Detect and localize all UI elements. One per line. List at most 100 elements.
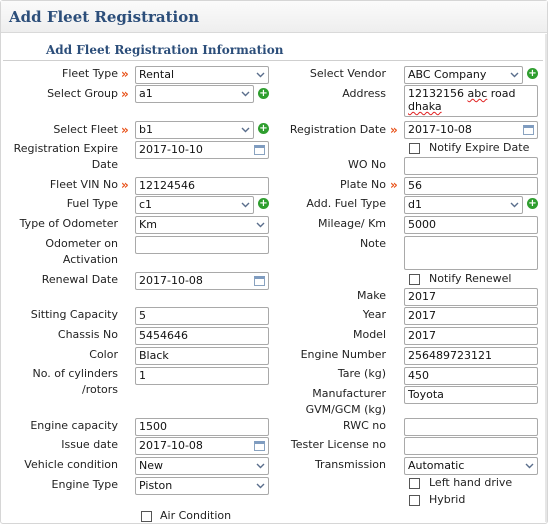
notify-expire-date-label: Notify Expire Date <box>429 141 530 154</box>
no-of-cylinders-label-line2: /rotors <box>81 383 118 396</box>
tare-input[interactable]: 450 <box>404 367 538 385</box>
select-group-select[interactable]: a1 <box>135 85 254 103</box>
no-of-cylinders-label-line1: No. of cylinders <box>32 367 118 380</box>
address-line1-part2: abc <box>467 87 488 100</box>
chevron-down-icon <box>507 67 522 83</box>
left-hand-drive-checkbox[interactable] <box>409 478 420 489</box>
add-fuel-type-label: Add. Fuel Type <box>306 197 386 210</box>
note-textarea[interactable] <box>404 236 538 270</box>
chassis-no-label: Chassis No <box>57 328 118 341</box>
vehicle-condition-select[interactable]: New <box>135 457 269 475</box>
wo-no-label: WO No <box>348 158 386 171</box>
issue-date-value: 2017-10-08 <box>139 439 203 452</box>
fleet-type-label: Fleet Type <box>62 67 118 80</box>
odometer-on-activation-input[interactable] <box>135 236 269 254</box>
model-label: Model <box>352 328 386 341</box>
page-title: Add Fleet Registration <box>9 8 200 26</box>
section-title: Add Fleet Registration Information <box>46 43 284 57</box>
year-input[interactable]: 2017 <box>404 307 538 325</box>
engine-capacity-input[interactable]: 1500 <box>135 418 269 436</box>
add-vendor-icon[interactable]: + <box>527 68 538 79</box>
tare-label: Tare (kg) <box>337 367 386 380</box>
add-additional-fuel-type-icon[interactable]: + <box>527 198 538 209</box>
transmission-value: Automatic <box>408 459 465 472</box>
fleet-type-value: Rental <box>139 68 174 81</box>
sitting-capacity-input[interactable]: 5 <box>135 307 269 325</box>
required-marker: » <box>390 123 398 137</box>
add-fleet-icon[interactable]: + <box>258 123 269 134</box>
manufacturer-gvm-input[interactable]: Toyota <box>404 386 538 404</box>
engine-number-input[interactable]: 256489723121 <box>404 347 538 365</box>
address-label: Address <box>342 87 386 100</box>
odometer-on-activation-label-line1: Odometer on <box>45 237 118 250</box>
vehicle-condition-label: Vehicle condition <box>24 458 118 471</box>
add-group-icon[interactable]: + <box>258 88 269 99</box>
calendar-icon[interactable] <box>254 441 265 451</box>
engine-type-value: Piston <box>139 479 173 492</box>
color-input[interactable]: Black <box>135 347 269 365</box>
add-fuel-type-icon[interactable]: + <box>258 198 269 209</box>
address-line1-part1: 12132156 <box>408 87 468 100</box>
rwc-no-label: RWC no <box>343 419 386 432</box>
select-vendor-label: Select Vendor <box>309 67 386 80</box>
air-condition-checkbox[interactable] <box>141 511 152 522</box>
calendar-icon[interactable] <box>254 276 265 286</box>
select-group-value: a1 <box>139 87 153 100</box>
add-fuel-type-value: d1 <box>408 198 422 211</box>
hybrid-checkbox[interactable] <box>409 495 420 506</box>
registration-expire-date-label-line1: Registration Expire <box>13 142 118 155</box>
transmission-select[interactable]: Automatic <box>404 457 538 475</box>
address-textarea[interactable]: 12132156 abc road dhaka <box>404 85 538 117</box>
registration-date-label: Registration Date <box>289 123 386 136</box>
calendar-icon[interactable] <box>254 145 265 155</box>
registration-expire-date-label-line2: Date <box>91 158 118 171</box>
renewal-date-label: Renewal Date <box>41 273 118 286</box>
fuel-type-value: c1 <box>139 198 153 211</box>
registration-date-value: 2017-10-08 <box>408 123 472 136</box>
select-group-label: Select Group <box>47 87 118 100</box>
calendar-icon[interactable] <box>523 125 534 135</box>
renewal-date-value: 2017-10-08 <box>139 274 203 287</box>
manufacturer-gvm-label-line1: Manufacturer <box>312 387 386 400</box>
type-of-odometer-select[interactable]: Km <box>135 216 269 234</box>
add-fuel-type-select[interactable]: d1 <box>404 196 523 214</box>
notify-expire-date-checkbox[interactable] <box>409 143 420 154</box>
tester-license-no-input[interactable] <box>404 437 538 455</box>
chevron-down-icon <box>253 478 268 494</box>
model-input[interactable]: 2017 <box>404 327 538 345</box>
chevron-down-icon <box>253 67 268 83</box>
plate-no-input[interactable]: 56 <box>404 177 538 195</box>
fleet-type-select[interactable]: Rental <box>135 66 269 84</box>
scrollbar[interactable] <box>545 34 547 522</box>
registration-expire-date-value: 2017-10-10 <box>139 143 203 156</box>
issue-date-input[interactable]: 2017-10-08 <box>135 437 269 455</box>
required-marker: » <box>121 178 129 192</box>
fuel-type-label: Fuel Type <box>66 197 118 210</box>
registration-expire-date-input[interactable]: 2017-10-10 <box>135 141 269 159</box>
fleet-vin-no-input[interactable]: 12124546 <box>135 177 269 195</box>
transmission-label: Transmission <box>314 458 386 471</box>
header-bar: Add Fleet Registration <box>1 1 547 33</box>
registration-date-input[interactable]: 2017-10-08 <box>404 121 538 139</box>
select-fleet-select[interactable]: b1 <box>135 121 254 139</box>
wo-no-input[interactable] <box>404 157 538 175</box>
chassis-no-input[interactable]: 5454646 <box>135 327 269 345</box>
chevron-down-icon <box>253 217 268 233</box>
rwc-no-input[interactable] <box>404 418 538 436</box>
fuel-type-select[interactable]: c1 <box>135 196 254 214</box>
type-of-odometer-value: Km <box>139 218 157 231</box>
select-vendor-select[interactable]: ABC Company <box>404 66 523 84</box>
notify-renewel-checkbox[interactable] <box>409 274 420 285</box>
notify-renewel-label: Notify Renewel <box>429 272 512 285</box>
make-input[interactable]: 2017 <box>404 288 538 306</box>
address-line2: dhaka <box>408 100 442 113</box>
select-fleet-value: b1 <box>139 123 153 136</box>
no-of-cylinders-input[interactable]: 1 <box>135 367 269 385</box>
required-marker: » <box>121 123 129 137</box>
mileage-input[interactable]: 5000 <box>404 216 538 234</box>
color-label: Color <box>89 348 118 361</box>
issue-date-label: Issue date <box>61 438 118 451</box>
engine-type-select[interactable]: Piston <box>135 477 269 495</box>
chevron-down-icon <box>507 197 522 213</box>
renewal-date-input[interactable]: 2017-10-08 <box>135 272 269 290</box>
